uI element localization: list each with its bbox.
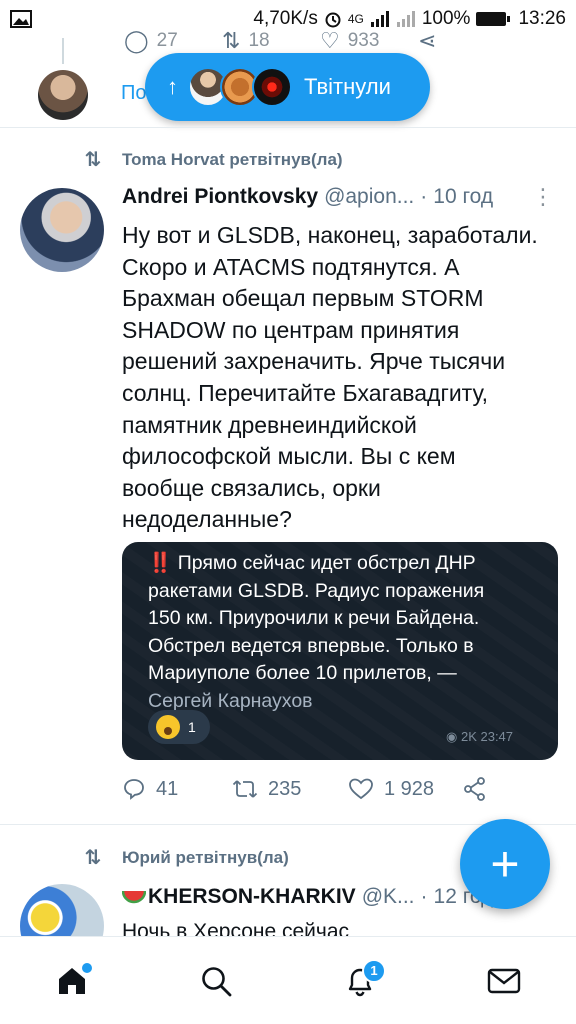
- prev-like-button[interactable]: ♡ 933: [320, 28, 418, 54]
- pill-avatar-3: [252, 67, 292, 107]
- new-content-dot: [82, 962, 92, 973]
- battery-percent: 100%: [421, 8, 471, 29]
- network-type: 4G: [347, 12, 364, 26]
- retweet-button[interactable]: 235: [232, 777, 348, 801]
- heart-icon: [349, 778, 373, 800]
- reply-count: 41: [156, 777, 179, 800]
- media-views-time: ◉ 2K 23:47: [446, 729, 514, 744]
- tweet-header: Andrei Piontkovsky @apion... · 10 год ⋮: [122, 184, 554, 210]
- signal-icon-2: [396, 11, 415, 27]
- network-speed: 4,70K/s: [253, 8, 318, 29]
- notifications-badge: 1: [362, 958, 386, 983]
- tweet-text-line: SHADOW по центрам принятия: [122, 316, 460, 343]
- nav-home[interactable]: [42, 951, 102, 1011]
- reaction-count: 1: [188, 719, 196, 735]
- retweet-icon: ⇅: [222, 28, 241, 53]
- new-tweets-pill[interactable]: ↑ Твітнули: [145, 53, 430, 121]
- retweeted-by[interactable]: ⇅ Юрий ретвітнув(ла): [80, 845, 289, 870]
- share-icon: [464, 777, 485, 801]
- reaction-chip: 1: [148, 710, 210, 744]
- like-count: 1 928: [384, 777, 435, 800]
- signal-icon: [370, 11, 389, 27]
- gallery-icon: [10, 10, 32, 28]
- divider: [0, 127, 576, 128]
- prev-share-button[interactable]: ⋖: [418, 28, 516, 54]
- exclamation-icon: ‼️: [148, 552, 173, 574]
- separator-dot: ·: [420, 185, 428, 208]
- clock: 13:26: [518, 8, 566, 29]
- tweet-text: Ну вот и GLSDB, наконец, заработали. Ско…: [122, 220, 558, 536]
- mail-icon: [487, 968, 521, 993]
- plus-icon: +: [490, 836, 520, 892]
- retweet-count: 235: [268, 777, 302, 800]
- author-handle[interactable]: @apion...: [324, 185, 414, 209]
- author-handle[interactable]: @K...: [362, 885, 415, 909]
- tweet-text-line: Ну вот и GLSDB, наконец, заработали.: [122, 222, 538, 248]
- eye-icon: ◉: [446, 729, 458, 744]
- bottom-navigation: 1: [0, 936, 576, 1024]
- prev-retweet-button[interactable]: ⇅ 18: [222, 28, 320, 54]
- previous-tweet-avatar[interactable]: [38, 70, 88, 120]
- tweet-text-line: Брахман обещал первым STORM: [122, 285, 484, 312]
- tweet-text: Ночь в Херсоне сейчас: [122, 920, 350, 936]
- author-name[interactable]: Andrei Piontkovsky: [122, 185, 318, 209]
- prev-reply-button[interactable]: ◯ 27: [124, 28, 222, 54]
- share-button[interactable]: [462, 776, 488, 802]
- battery-icon: [476, 12, 511, 26]
- nav-messages[interactable]: [474, 951, 534, 1011]
- tweet-text-line: решений захреначить. Ярче тысячи: [122, 348, 506, 375]
- tweet-time[interactable]: 10 год: [433, 185, 493, 209]
- search-icon: [202, 966, 232, 996]
- share-icon: ⋖: [418, 28, 437, 53]
- tweet-text-line: философской мысли. Вы с кем: [122, 443, 456, 470]
- reply-button[interactable]: 41: [122, 777, 232, 801]
- media-author: Сергей Карнаухов: [148, 689, 313, 712]
- author-avatar[interactable]: [20, 188, 104, 272]
- author-name[interactable]: KHERSON-KHARKIV: [148, 885, 356, 909]
- watermelon-icon: [122, 890, 146, 904]
- heart-icon: ♡: [320, 28, 340, 53]
- retweeted-by[interactable]: ⇅ Toma Horvat ретвітнув(ла): [80, 147, 343, 172]
- compose-tweet-button[interactable]: +: [460, 819, 550, 909]
- shocked-emoji-icon: [156, 715, 180, 739]
- tweet-text-line: памятник древнеиндийской: [122, 411, 417, 438]
- more-options-icon[interactable]: ⋮: [532, 184, 554, 210]
- tweet-actions: 41 235 1 928: [122, 776, 558, 802]
- tweet-text-line: недоделанные?: [122, 506, 292, 533]
- previous-tweet-actions: ◯ 27 ⇅ 18 ♡ 933 ⋖: [124, 28, 516, 54]
- alarm-icon: [325, 12, 341, 28]
- reply-icon: ◯: [124, 28, 149, 53]
- media-text: ‼️ Прямо сейчас идет обстрел ДНР ракетам…: [148, 550, 548, 716]
- tweet-text-line: солнц. Перечитайте Бхагавадгиту,: [122, 379, 489, 406]
- reply-icon: [124, 779, 144, 800]
- show-thread-link[interactable]: По: [121, 82, 147, 105]
- retweet-icon: ⇅: [84, 149, 102, 171]
- media-text-line: ракетами GLSDB. Радиус поражения: [148, 579, 485, 602]
- nav-notifications[interactable]: 1: [330, 951, 390, 1011]
- tweet-text-line: вообще связались, орки: [122, 474, 381, 501]
- nav-search[interactable]: [186, 951, 246, 1011]
- retweet-icon: [232, 780, 258, 798]
- media-text-line: ‼️ Прямо сейчас идет обстрел ДНР: [148, 552, 476, 574]
- thread-line: [62, 38, 64, 64]
- arrow-up-icon: ↑: [167, 74, 178, 99]
- new-tweets-label: Твітнули: [304, 74, 391, 99]
- like-button[interactable]: 1 928: [348, 777, 462, 801]
- media-text-line: Обстрел ведется впервые. Только в: [148, 634, 474, 657]
- media-text-line: Мариуполе более 10 прилетов, —: [148, 662, 457, 685]
- media-text-line: 150 км. Приурочили к речи Байдена.: [148, 607, 480, 630]
- retweet-icon: ⇅: [84, 847, 102, 869]
- separator-dot: ·: [420, 885, 428, 908]
- tweet-text-line: Скоро и ATACMS подтянутся. А: [122, 253, 460, 280]
